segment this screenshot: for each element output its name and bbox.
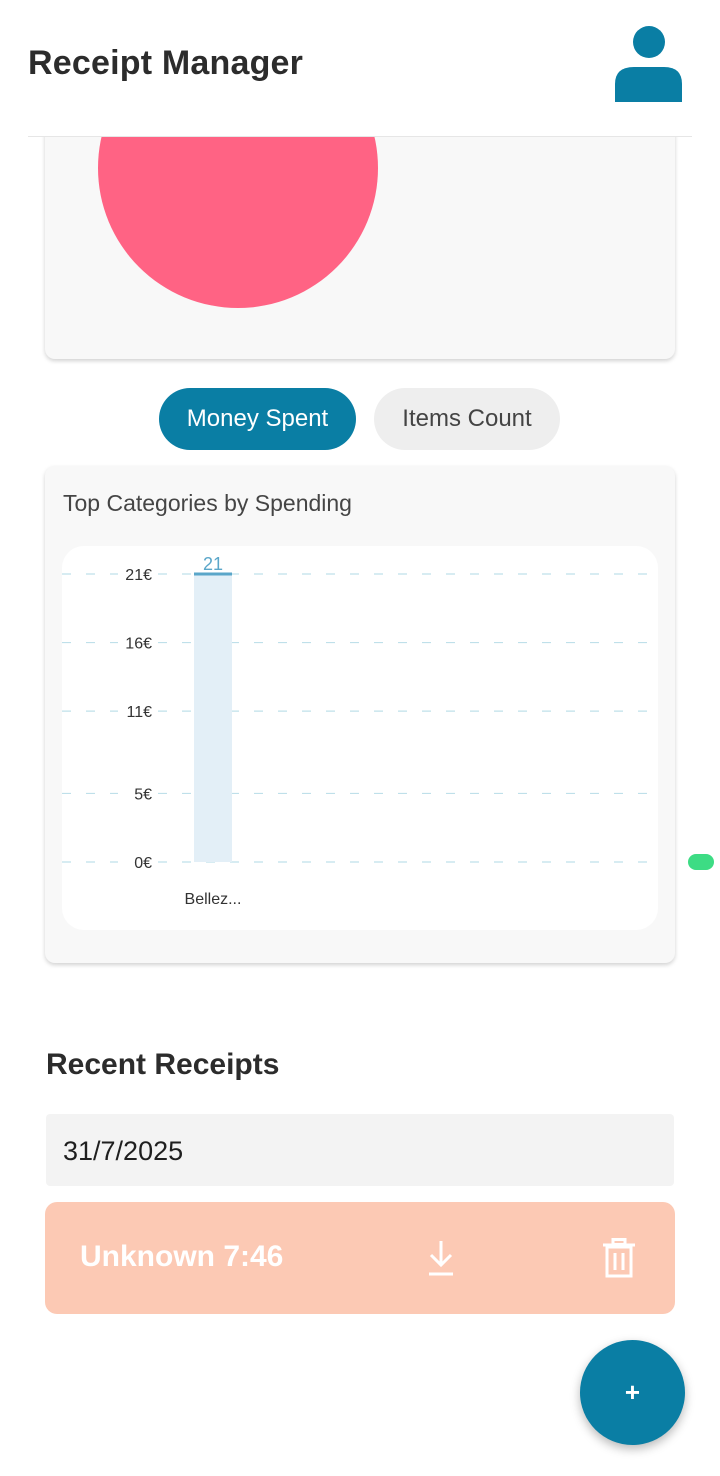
bar-chart: 0€ 5€ 11€ 16€ 21€ 21 Bellez... [62,554,658,908]
money-spent-toggle[interactable]: Money Spent [159,388,356,450]
user-profile-icon[interactable] [612,24,684,104]
y-tick-label: 16€ [125,636,152,653]
pie-chart-card [45,100,675,359]
chart-area: 0€ 5€ 11€ 16€ 21€ 21 Bellez... [62,546,658,930]
x-tick-label: Bellez... [185,891,242,908]
y-tick-label: 21€ [125,567,152,584]
add-receipt-button[interactable]: + [580,1340,685,1445]
trash-icon[interactable] [597,1236,641,1280]
bar-chart-card: Top Categories by Spending 0€ 5€ 11€ 16€ 21€… [45,466,675,963]
items-count-toggle[interactable]: Items Count [374,388,560,450]
bar[interactable] [194,574,232,862]
date-label: 31/7/2025 [63,1136,184,1166]
header-divider [28,136,692,137]
receipt-card[interactable]: Unknown 7:46 [45,1202,675,1314]
download-icon[interactable] [419,1236,463,1280]
scroll-indicator [688,854,714,870]
app-header: Receipt Manager [0,0,720,137]
recent-receipts-title: Recent Receipts [46,1048,280,1081]
y-tick-label: 5€ [134,786,152,803]
y-tick-label: 11€ [126,704,152,721]
data-label: 21 [203,554,223,574]
pie-chart [98,100,378,308]
page-title: Receipt Manager [28,44,304,82]
chart-title: Top Categories by Spending [63,490,352,516]
date-group-header: 31/7/2025 [46,1114,674,1186]
y-tick-label: 0€ [134,855,152,872]
receipt-name: Unknown 7:46 [80,1240,284,1273]
